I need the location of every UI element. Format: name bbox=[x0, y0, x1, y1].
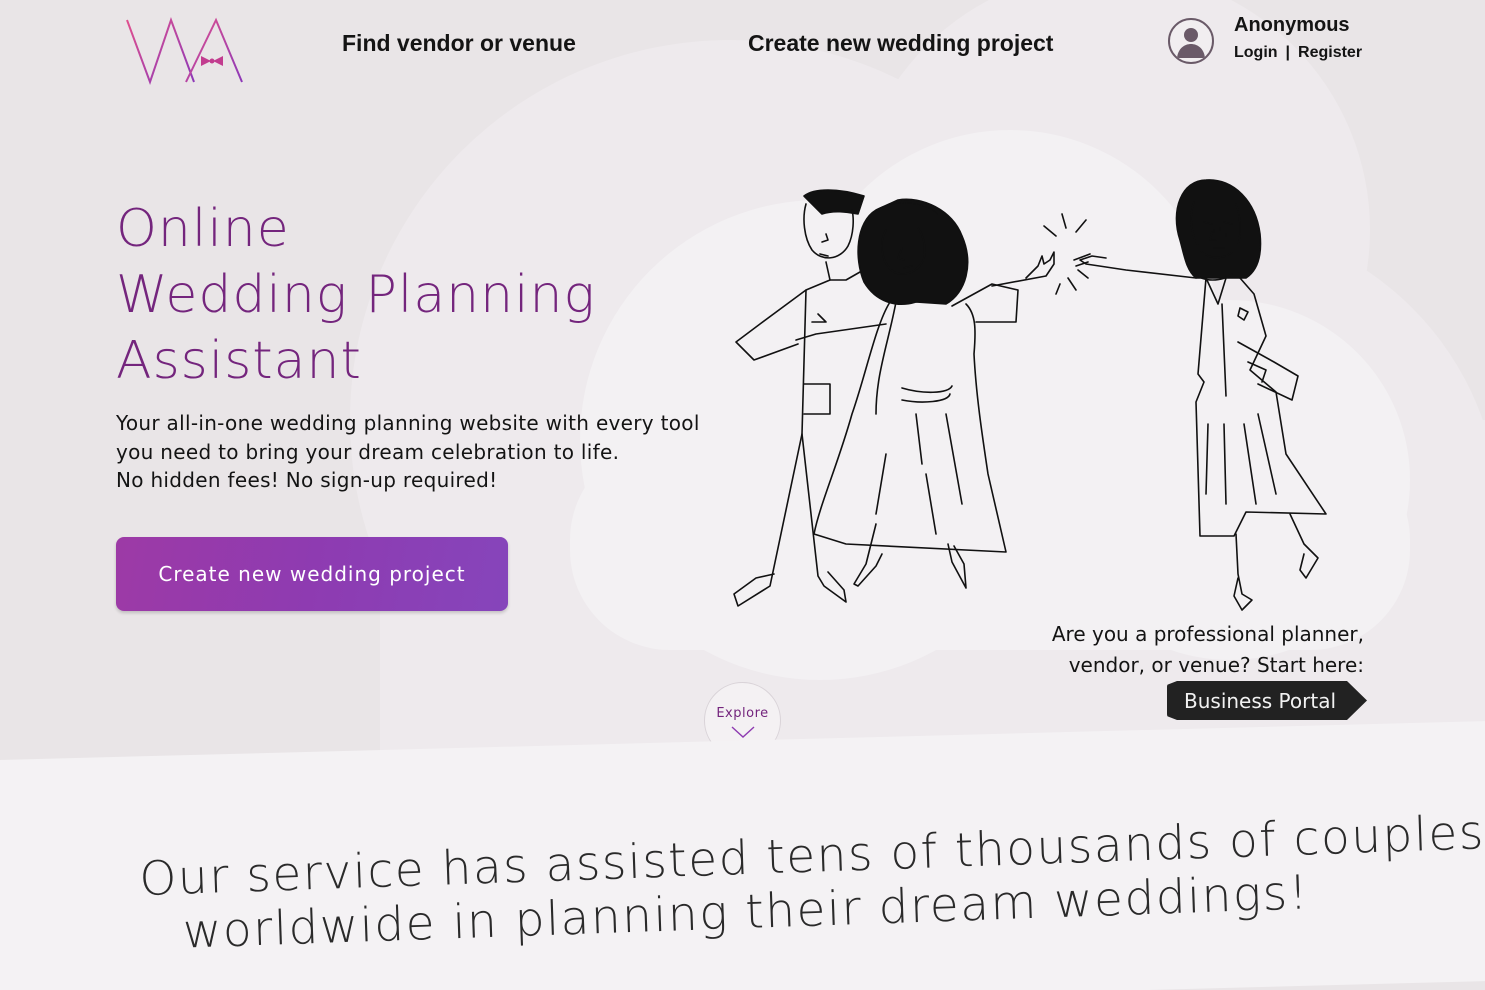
chevron-down-icon bbox=[731, 726, 754, 738]
user-avatar-icon bbox=[1177, 28, 1205, 58]
bowtie-icon bbox=[201, 56, 223, 66]
description-line: No hidden fees! No sign-up required! bbox=[116, 468, 498, 492]
hero-description: Your all-in-one wedding planning website… bbox=[116, 409, 736, 495]
title-line: Assistant bbox=[116, 331, 362, 391]
create-project-button[interactable]: Create new wedding project bbox=[116, 537, 508, 611]
user-auth-links: Login | Register bbox=[1234, 44, 1362, 62]
auth-separator: | bbox=[1285, 44, 1291, 61]
nav-create-project-link[interactable]: Create new wedding project bbox=[748, 30, 1053, 57]
description-line: Your all-in-one wedding planning website… bbox=[116, 411, 700, 435]
user-avatar[interactable] bbox=[1168, 18, 1214, 64]
title-line: Wedding Planning bbox=[116, 265, 596, 325]
page-title: Online Wedding Planning Assistant bbox=[116, 196, 596, 394]
prompt-line: vendor, or venue? Start here: bbox=[1068, 653, 1364, 677]
professional-prompt: Are you a professional planner, vendor, … bbox=[1052, 619, 1364, 681]
register-link[interactable]: Register bbox=[1298, 44, 1362, 61]
nav-find-vendor-link[interactable]: Find vendor or venue bbox=[342, 30, 576, 57]
business-portal-button[interactable]: Business Portal bbox=[1167, 681, 1367, 720]
explore-label: Explore bbox=[716, 706, 769, 721]
login-link[interactable]: Login bbox=[1234, 44, 1278, 61]
wedding-illustration bbox=[733, 179, 1327, 611]
prompt-line: Are you a professional planner, bbox=[1051, 622, 1364, 646]
title-line: Online bbox=[116, 199, 290, 259]
user-name: Anonymous bbox=[1234, 14, 1350, 36]
brand-logo[interactable] bbox=[124, 16, 246, 86]
description-line: you need to bring your dream celebration… bbox=[116, 439, 620, 464]
